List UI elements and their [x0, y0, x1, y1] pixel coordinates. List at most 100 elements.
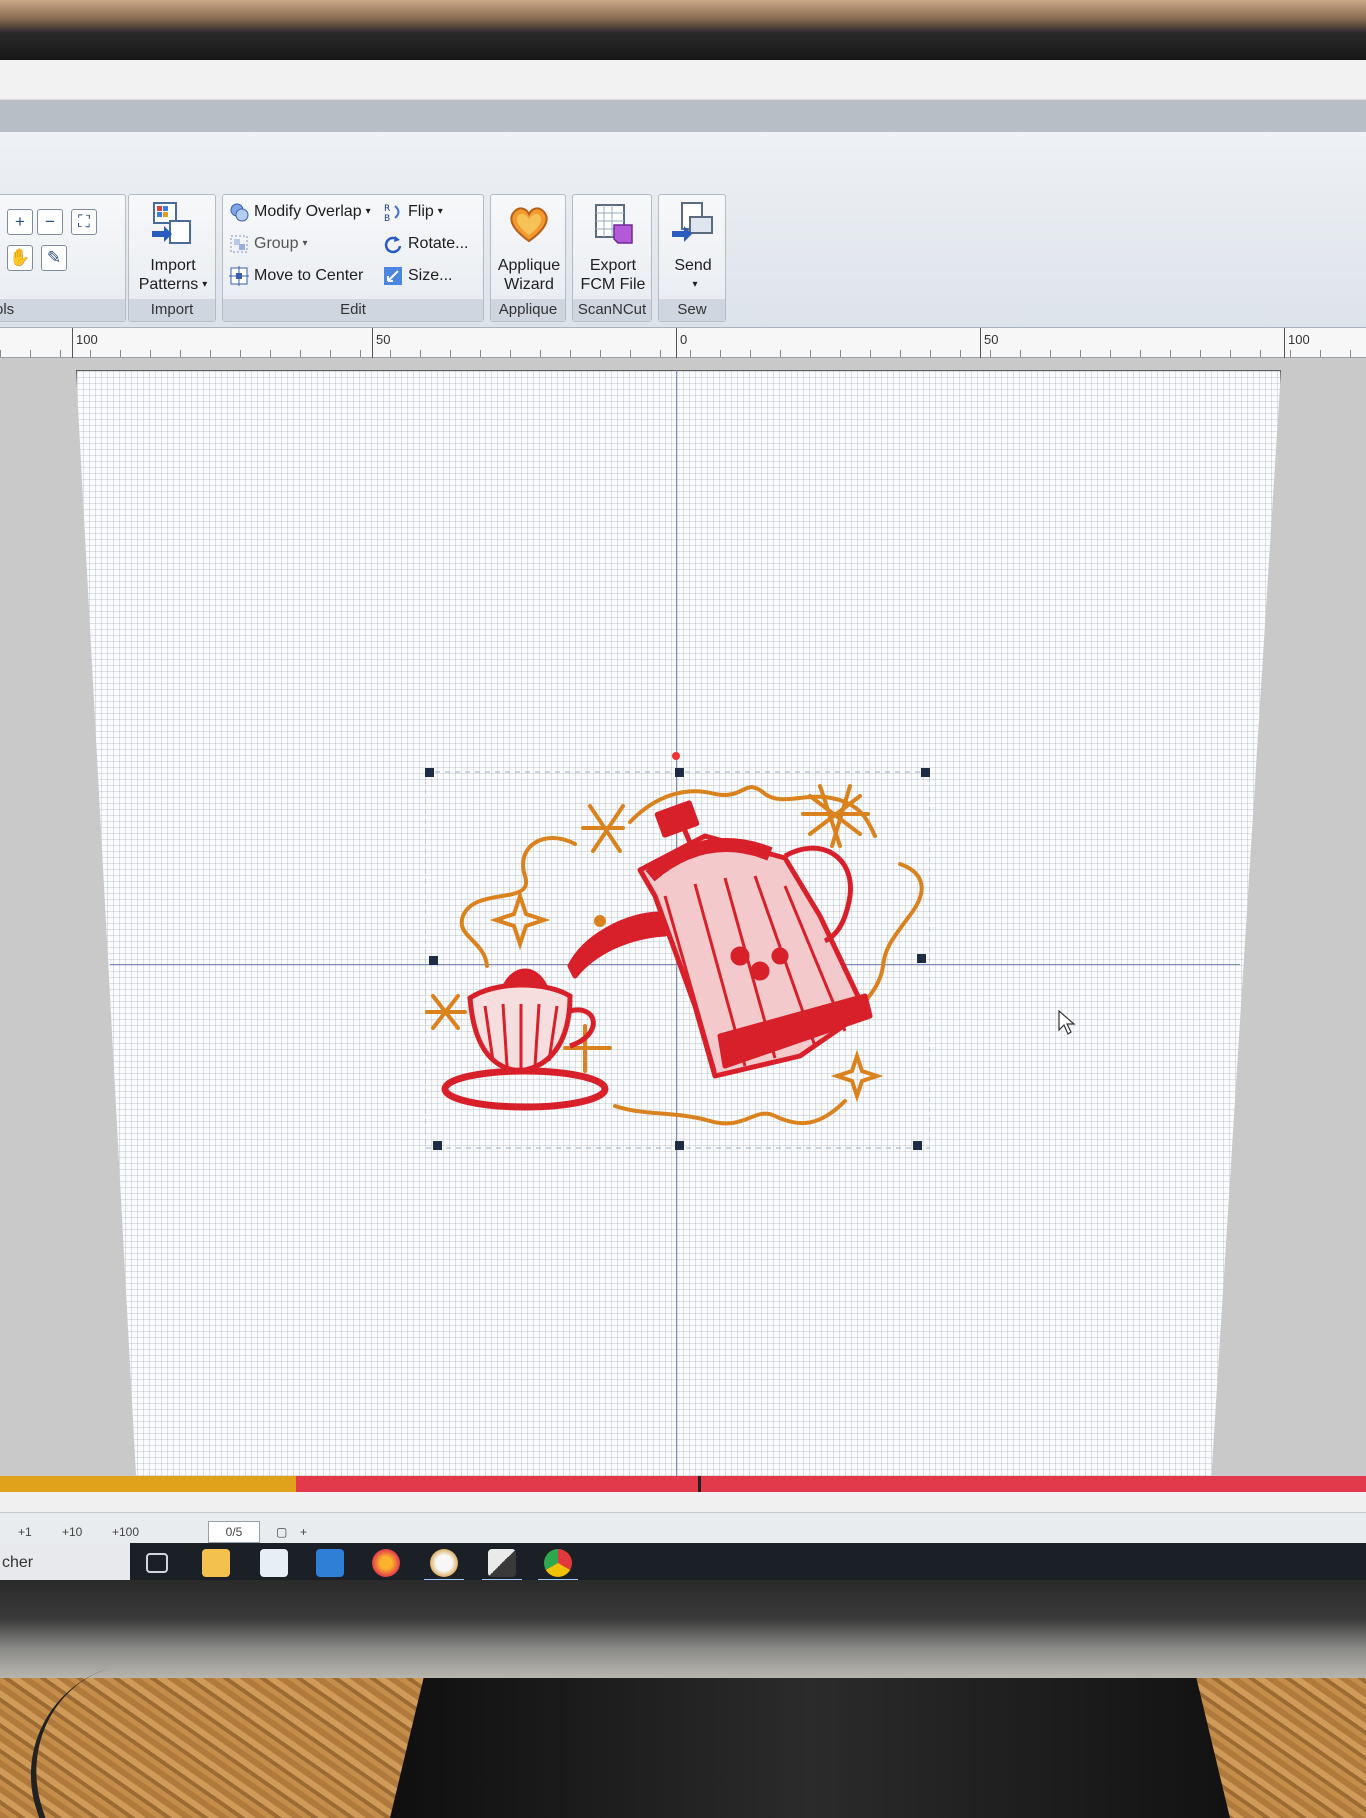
send-label: Send [674, 257, 712, 274]
file-explorer-icon[interactable] [202, 1549, 230, 1577]
modify-overlap-button[interactable]: Modify Overlap ▾ [229, 199, 371, 225]
chevron-down-icon: ▾ [302, 238, 308, 249]
import-patterns-button[interactable]: Import Patterns ▾ [133, 201, 213, 294]
rotate-button[interactable]: Rotate... [383, 231, 468, 257]
applique-wizard-button[interactable]: Applique Wizard [493, 201, 565, 294]
resize-handle-bottom[interactable] [675, 1141, 684, 1150]
thread-color-segment-red-2[interactable] [701, 1476, 1366, 1492]
view-frame-icon[interactable]: ▢ [276, 1525, 287, 1539]
embroidery-app-icon[interactable] [430, 1549, 458, 1577]
modify-overlap-icon [230, 203, 249, 222]
modify-overlap-label: Modify Overlap [254, 203, 362, 221]
resize-handle-top[interactable] [675, 768, 684, 777]
resize-handle-left[interactable] [429, 956, 438, 965]
flip-icon: RB [384, 204, 400, 222]
zoom-fit-icon[interactable]: ⛶ [71, 209, 97, 235]
move-to-center-icon [229, 265, 249, 286]
mail-icon[interactable] [316, 1549, 344, 1577]
rotation-handle[interactable] [672, 752, 680, 760]
design-workarea[interactable] [0, 358, 1366, 1492]
ribbon-group-label-applique: Applique [491, 299, 565, 321]
size-label: Size... [408, 267, 453, 284]
task-view-icon[interactable] [146, 1553, 168, 1573]
heart-icon [510, 207, 548, 243]
rotate-label: Rotate... [408, 235, 469, 252]
ruler-label: 100 [1288, 332, 1310, 347]
ribbon-group-label-import: Import [129, 299, 215, 321]
monitor-bezel-top [0, 0, 1366, 60]
ribbon-group-import: Import Patterns ▾ Import [128, 194, 216, 322]
page-total: /5 [232, 1525, 243, 1539]
horizontal-ruler: 100 50 0 50 100 [0, 328, 1366, 358]
chevron-down-icon: ▾ [437, 206, 443, 217]
embroidery-design-coffee-pot[interactable] [425, 766, 930, 1156]
move-to-center-button[interactable]: Move to Center [229, 263, 363, 289]
measure-icon[interactable]: ✎ [41, 245, 67, 271]
thread-color-segment-gold[interactable] [0, 1476, 296, 1492]
firefox-icon[interactable] [372, 1549, 400, 1577]
ruler-label: 100 [76, 332, 98, 347]
monitor-stand [390, 1678, 1230, 1818]
step-plus-100-button[interactable]: +100 [112, 1525, 139, 1539]
ribbon-group-label-edit: Edit [223, 299, 483, 321]
export-fcm-label-1: Export [589, 257, 637, 274]
move-to-center-label: Move to Center [254, 267, 364, 284]
resize-handle-bottom-left[interactable] [433, 1141, 442, 1150]
ruler-label: 0 [680, 332, 688, 347]
app-screen: + − ⛶ ✋ ✎ ols Import Patterns▾ Import [0, 60, 1366, 1580]
mouse-cursor-icon [1058, 1010, 1076, 1035]
ribbon-group-sew: Send ▾ Sew [658, 194, 726, 322]
export-fcm-button[interactable]: Export FCM File [575, 201, 651, 294]
chevron-down-icon: ▾ [365, 206, 371, 217]
ribbon-group-edit: Modify Overlap ▾ Group ▾ Move to Center RB… [222, 194, 484, 322]
ribbon: + − ⛶ ✋ ✎ ols Import Patterns▾ Import [0, 132, 1366, 328]
applique-wizard-label-2: Wizard [504, 276, 554, 293]
resize-handle-right[interactable] [917, 954, 926, 963]
group-icon [230, 235, 248, 253]
resize-handle-bottom-right[interactable] [913, 1141, 922, 1150]
windows-taskbar: cher [0, 1543, 1366, 1580]
import-patterns-icon [152, 202, 191, 244]
zoom-out-icon[interactable]: − [37, 209, 63, 235]
svg-text:R: R [384, 204, 390, 214]
app-launcher-icon[interactable] [488, 1549, 516, 1577]
chrome-icon[interactable] [544, 1549, 572, 1577]
store-icon[interactable] [260, 1549, 288, 1577]
page-counter[interactable]: 0/5 [208, 1521, 260, 1543]
export-fcm-icon [595, 204, 633, 244]
monitor-bezel-bottom [0, 1580, 1366, 1678]
size-button[interactable]: Size... [383, 263, 452, 289]
taskbar-search-box[interactable]: cher [0, 1543, 130, 1580]
title-bar [0, 60, 1366, 100]
size-icon [384, 266, 402, 285]
red-cup-stitches [441, 968, 609, 1111]
ribbon-group-label-scanncut: ScanNCut [573, 299, 651, 321]
send-button[interactable]: Send ▾ [661, 201, 725, 294]
thread-color-segment-red[interactable] [296, 1476, 700, 1492]
chevron-down-icon: ▾ [202, 279, 208, 291]
zoom-in-icon[interactable]: + [7, 209, 33, 235]
resize-handle-top-left[interactable] [425, 768, 434, 777]
ribbon-group-tools: + − ⛶ ✋ ✎ ols [0, 194, 126, 322]
ruler-label: 50 [984, 332, 999, 347]
ribbon-group-scanncut: Export FCM File ScanNCut [572, 194, 652, 322]
ribbon-group-label-tools: ols [0, 299, 125, 321]
thread-color-bar [0, 1476, 1366, 1492]
import-patterns-label-1: Import [150, 257, 196, 274]
export-fcm-label-2: FCM File [580, 276, 646, 293]
zoom-plus-button[interactable]: + [300, 1525, 307, 1539]
ruler-label: 50 [376, 332, 391, 347]
step-plus-10-button[interactable]: +10 [62, 1525, 82, 1539]
flip-button[interactable]: R B Flip ▾ [383, 199, 443, 225]
pan-hand-icon[interactable]: ✋ [7, 245, 33, 271]
ribbon-tab-strip [0, 100, 1366, 132]
flip-label: Flip [408, 203, 434, 221]
step-plus-1-button[interactable]: +1 [18, 1525, 32, 1539]
ribbon-group-label-sew: Sew [659, 299, 725, 321]
rotate-icon [384, 235, 402, 253]
group-button[interactable]: Group ▾ [229, 231, 308, 257]
group-label: Group [254, 235, 299, 253]
resize-handle-top-right[interactable] [921, 768, 930, 777]
applique-wizard-label-1: Applique [497, 257, 561, 274]
ribbon-group-applique: Applique Wizard Applique [490, 194, 566, 322]
